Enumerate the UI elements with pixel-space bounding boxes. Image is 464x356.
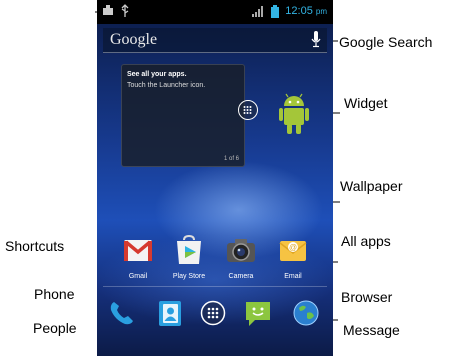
annotation-message: Message bbox=[343, 322, 400, 338]
dock-browser[interactable] bbox=[291, 298, 321, 333]
dock-phone[interactable] bbox=[107, 298, 137, 333]
dock-divider bbox=[103, 286, 327, 287]
android-robot-icon bbox=[279, 93, 309, 134]
shortcut-play-store[interactable]: Play Store bbox=[163, 234, 215, 280]
annotation-widget: Widget bbox=[344, 95, 388, 111]
svg-text:@: @ bbox=[289, 243, 297, 252]
annotation-google-search: Google Search bbox=[339, 34, 433, 50]
gmail-icon bbox=[124, 240, 152, 261]
browser-icon bbox=[293, 300, 319, 326]
message-icon bbox=[246, 302, 270, 326]
play-store-icon bbox=[177, 234, 201, 264]
people-icon bbox=[159, 301, 181, 326]
dock-people[interactable] bbox=[155, 298, 185, 333]
google-logo-text: Google bbox=[110, 31, 158, 48]
launcher-widget[interactable]: See all your apps. Touch the Launcher ic… bbox=[121, 64, 245, 167]
annotation-wallpaper: Wallpaper bbox=[340, 178, 403, 194]
debug-icon bbox=[103, 5, 113, 15]
status-bar: 12:05 pm bbox=[97, 0, 333, 24]
shortcut-camera[interactable]: Camera bbox=[215, 234, 267, 280]
battery-icon bbox=[271, 5, 280, 18]
annotation-browser: Browser bbox=[341, 289, 393, 305]
phone-icon bbox=[110, 302, 133, 325]
annotation-shortcuts: Shortcuts bbox=[5, 238, 65, 254]
launcher-hint-icon bbox=[238, 100, 258, 120]
dock-all-apps[interactable] bbox=[200, 300, 226, 331]
annotation-phone: Phone bbox=[34, 286, 75, 302]
microphone-icon[interactable] bbox=[311, 31, 321, 48]
annotation-people: People bbox=[33, 320, 77, 336]
dock-message[interactable] bbox=[243, 298, 273, 333]
widget-title: See all your apps. bbox=[127, 71, 187, 78]
annotation-all-apps: All apps bbox=[341, 233, 391, 249]
widget-text: Touch the Launcher icon. bbox=[127, 82, 206, 89]
usb-icon bbox=[121, 4, 129, 17]
widget-page-indicator: 1 of 6 bbox=[223, 156, 239, 162]
all-apps-icon bbox=[200, 300, 226, 326]
signal-icon bbox=[252, 5, 264, 17]
email-icon: @ bbox=[279, 241, 307, 261]
camera-icon bbox=[227, 239, 255, 262]
phone-screen: 12:05 pm Google See all your apps. Touch… bbox=[97, 0, 333, 356]
google-search-bar[interactable]: Google bbox=[103, 28, 327, 53]
shortcut-email[interactable]: @ Email bbox=[267, 234, 319, 280]
shortcut-gmail[interactable]: Gmail bbox=[112, 234, 164, 280]
status-clock: 12:05 pm bbox=[285, 5, 327, 17]
